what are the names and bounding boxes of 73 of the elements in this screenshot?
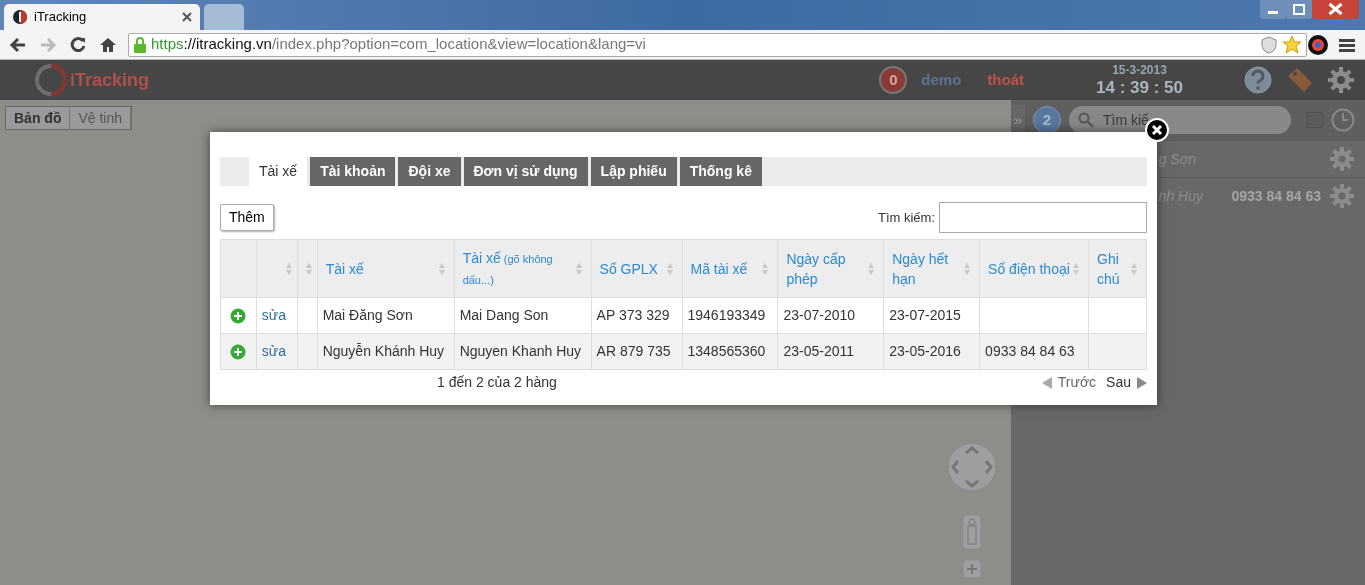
table-info: 1 đến 2 của 2 hàng — [437, 373, 557, 392]
settings-icon[interactable] — [1327, 66, 1355, 94]
table-cell: 23-05-2011 — [783, 343, 854, 359]
add-circle-icon[interactable] — [230, 308, 247, 325]
table-cell: Nguyen Khanh Huy — [459, 343, 582, 359]
clock-icon[interactable] — [1331, 108, 1355, 132]
table-cell: Mai Dang Son — [459, 307, 549, 323]
menu-icon[interactable] — [1339, 37, 1355, 53]
alert-count-badge[interactable]: 0 — [879, 66, 908, 94]
site-logo-icon — [12, 9, 28, 25]
map-type-button[interactable]: Vệ tinh — [70, 107, 132, 129]
zoom-in-icon[interactable] — [962, 559, 982, 579]
table-cell: 1946193349 — [687, 307, 766, 323]
search-icon — [1078, 112, 1094, 128]
logout-link[interactable]: thoát — [987, 68, 1025, 92]
sort-icon[interactable] — [304, 261, 313, 276]
add-circle-icon[interactable] — [230, 344, 247, 361]
tab[interactable]: Đơn vị sử dụng — [463, 157, 588, 186]
minimize-icon[interactable] — [1260, 0, 1286, 19]
restore-icon[interactable] — [1286, 0, 1312, 19]
url-text: https://itracking.vn/index.php?option=com_location&view=location&lang=vi — [151, 34, 647, 55]
add-button[interactable]: Thêm — [220, 204, 274, 231]
star-icon[interactable] — [1282, 34, 1302, 55]
table-cell: Nguyễn Khánh Huy — [322, 343, 445, 359]
tab[interactable]: Tài xế — [249, 157, 308, 186]
sort-icon[interactable] — [665, 261, 674, 276]
left-arrow-icon — [1041, 376, 1052, 389]
settings-icon[interactable] — [1329, 183, 1355, 209]
search-field[interactable]: Tìm kiế — [1069, 106, 1291, 134]
map-type-button[interactable]: Bản đồ — [6, 107, 71, 129]
right-arrow-icon — [1137, 376, 1147, 389]
sort-icon[interactable] — [284, 261, 293, 276]
browser-tab[interactable] — [204, 4, 244, 30]
pegman-icon[interactable] — [962, 514, 982, 550]
date-text: 15-3-2013 — [1112, 64, 1167, 76]
reload-icon[interactable] — [68, 34, 88, 55]
shield-icon[interactable] — [1260, 35, 1278, 54]
table-cell: 23-07-2015 — [889, 307, 961, 323]
help-icon[interactable] — [1243, 65, 1273, 95]
table-cell: 0933 84 84 63 — [985, 343, 1075, 359]
search-label: Tìm kiếm: — [877, 208, 935, 227]
settings-icon[interactable] — [1329, 146, 1355, 172]
vehicle-count-badge: 2 — [1033, 106, 1061, 134]
vehicle-phone: 0933 84 84 63 — [1231, 186, 1321, 206]
close-icon[interactable] — [182, 12, 192, 22]
tab[interactable]: Đội xe — [398, 157, 461, 186]
sort-icon[interactable] — [437, 261, 446, 276]
lock-icon — [133, 36, 147, 53]
tab[interactable]: Lập phiếu — [590, 157, 677, 186]
logo-text: iTracking — [70, 68, 150, 92]
table-cell: AP 373 329 — [596, 307, 670, 323]
table-cell: 23-05-2016 — [889, 343, 961, 359]
table-cell: AR 879 735 — [596, 343, 671, 359]
pan-control-icon[interactable] — [946, 441, 998, 493]
clock-time: 14 : 39 : 50 — [1096, 79, 1183, 96]
address-bar[interactable]: https://itracking.vn/index.php?option=com_location&view=location&lang=vi — [128, 32, 1307, 57]
table-cell: 1348565360 — [687, 343, 766, 359]
tab[interactable]: Thống kê — [679, 157, 762, 186]
tab-title: iTracking — [34, 8, 88, 27]
pagination-next-button[interactable]: Sau — [1106, 372, 1147, 393]
sort-icon[interactable] — [963, 261, 972, 276]
sort-icon[interactable] — [867, 261, 876, 276]
browser-tab[interactable]: iTracking — [4, 4, 200, 30]
table-cell: 23-07-2010 — [783, 307, 856, 323]
sort-icon[interactable] — [1130, 261, 1138, 276]
username-link[interactable]: demo — [921, 68, 962, 92]
search-input[interactable] — [939, 202, 1147, 233]
sort-icon[interactable] — [1072, 261, 1080, 276]
table-cell: Mai Đăng Sơn — [322, 307, 413, 323]
sort-icon[interactable] — [761, 261, 770, 276]
logo-icon — [34, 63, 68, 97]
sort-icon[interactable] — [574, 261, 583, 276]
tab[interactable]: Tài khoản — [310, 157, 396, 186]
